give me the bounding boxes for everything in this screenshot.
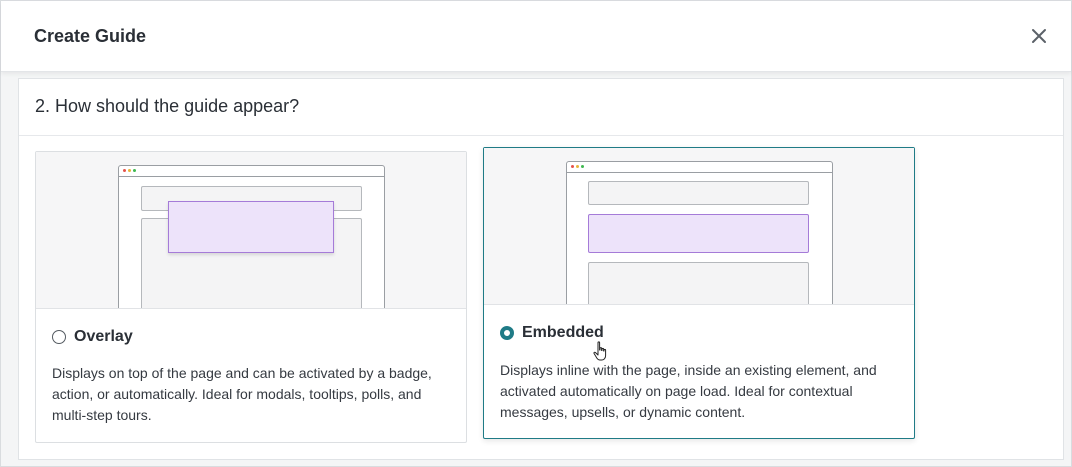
overlay-description: Displays on top of the page and can be a… — [52, 365, 432, 423]
overlay-title: Overlay — [74, 328, 133, 345]
close-button[interactable] — [1029, 26, 1049, 46]
embedded-highlight-block — [588, 214, 809, 253]
create-guide-modal: Create Guide 2. How should the guide app… — [0, 0, 1072, 467]
overlay-option-card[interactable]: Overlay Displays on top of the page and … — [35, 151, 467, 443]
section-heading: 2. How should the guide appear? — [19, 79, 1063, 136]
overlay-preview-illustration — [36, 152, 466, 309]
embedded-preview-illustration — [484, 148, 914, 305]
browser-window-illustration — [566, 161, 833, 304]
close-icon — [1032, 29, 1046, 43]
embedded-title: Embedded — [522, 324, 604, 341]
hand-pointer-cursor-icon — [593, 341, 607, 361]
embedded-description: Displays inline with the page, inside an… — [500, 362, 877, 420]
embedded-radio[interactable] — [500, 326, 514, 340]
embedded-option-card[interactable]: Embedded Displays inline with the page, … — [483, 147, 915, 439]
overlay-radio[interactable] — [52, 330, 66, 344]
modal-title: Create Guide — [34, 26, 147, 46]
overlay-highlight-block — [168, 201, 334, 253]
modal-header: Create Guide — [1, 1, 1071, 72]
appearance-section: 2. How should the guide appear? Overlay … — [18, 78, 1064, 460]
